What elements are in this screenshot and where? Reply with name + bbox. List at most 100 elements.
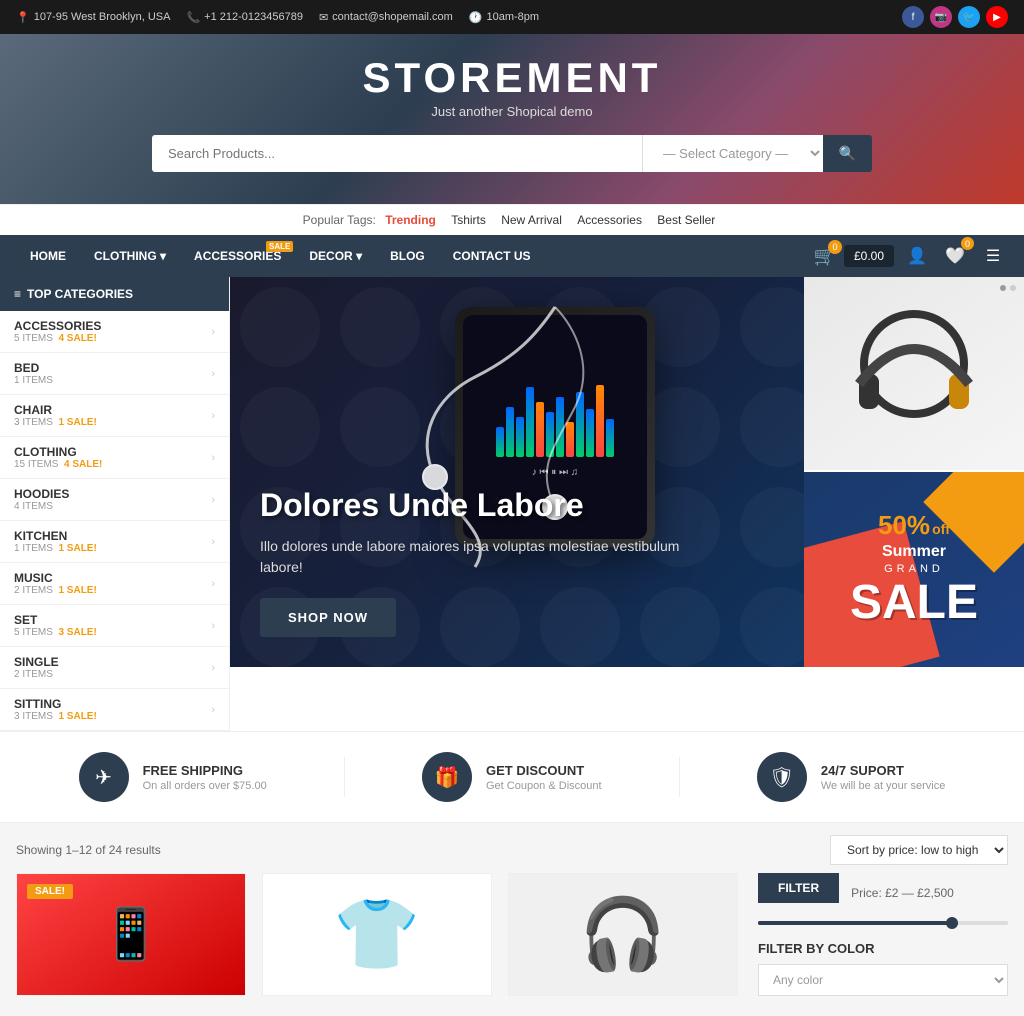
sale-word: SALE [850,575,978,630]
store-name: STOREMENT [16,54,1008,102]
cart-icon[interactable]: 🛒 0 [814,246,836,267]
nav-decor[interactable]: DECOR ▾ [295,235,376,277]
tag-tshirts[interactable]: Tshirts [451,213,486,227]
dot-1 [1000,285,1006,291]
side-banners: 50%off Summer GRAND SALE [804,277,1024,731]
product-image-3: 🎧 [509,874,737,995]
filter-button[interactable]: FILTER [758,873,839,903]
category-set[interactable]: SET 5 ITEMS 3 SALE! › [0,605,229,647]
twitter-icon[interactable]: 🐦 [958,6,980,28]
filter-color-title: FILTER BY COLOR [758,941,1008,956]
category-accessories[interactable]: ACCESSORIES 5 ITEMS 4 SALE! › [0,311,229,353]
category-single[interactable]: SINGLE 2 ITEMS › [0,647,229,689]
category-select[interactable]: — Select Category — [643,135,823,172]
chevron-right-icon: › [211,620,215,632]
feature-discount: 🎁 GET DISCOUNT Get Coupon & Discount [422,752,602,802]
category-hoodies[interactable]: HOODIES 4 ITEMS › [0,479,229,521]
price-slider[interactable] [758,921,1008,925]
top-bar: 📍 107-95 West Brooklyn, USA 📞 +1 212-012… [0,0,1024,34]
shipping-icon: ✈ [79,752,129,802]
nav-blog[interactable]: BLOG [376,235,439,277]
facebook-icon[interactable]: f [902,6,924,28]
nav-accessories[interactable]: ACCESSORIES SALE [180,235,295,277]
price-range-label: Price: £2 — £2,500 [851,886,954,900]
menu-icon[interactable]: ☰ [978,241,1008,271]
banner-dots [1000,285,1016,291]
main-content: ≡ TOP CATEGORIES ACCESSORIES 5 ITEMS 4 S… [0,277,1024,731]
chevron-right-icon: › [211,578,215,590]
shop-now-button[interactable]: SHOP NOW [260,598,396,637]
popular-tags-label: Popular Tags: [303,213,376,227]
filter-by-color: FILTER BY COLOR Any color [758,941,1008,996]
shipping-desc: On all orders over $75.00 [143,780,267,792]
headphones-banner [804,277,1024,472]
cart-count: 0 [828,240,842,254]
hero-banner: ♪ ⏮ ⏸ ⏭ ♫ Dolores Unde Labore Illo dolor… [230,277,804,731]
sort-select[interactable]: Sort by price: low to high [830,835,1008,865]
site-header: STOREMENT Just another Shopical demo — S… [0,34,1024,204]
youtube-icon[interactable]: ▶ [986,6,1008,28]
tag-accessories[interactable]: Accessories [577,213,642,227]
search-button[interactable]: 🔍 [823,135,872,172]
tshirt-icon: 👕 [333,894,420,976]
chevron-right-icon: › [211,662,215,674]
hero-description: Illo dolores unde labore maiores ipsa vo… [260,536,680,578]
email: ✉ contact@shopemail.com [319,11,453,24]
tag-trending[interactable]: Trending [385,213,436,227]
nav-home[interactable]: HOME [16,235,80,277]
search-input[interactable] [152,135,642,172]
category-clothing[interactable]: CLOTHING 15 ITEMS 4 SALE! › [0,437,229,479]
chevron-right-icon: › [211,536,215,548]
chevron-right-icon: › [211,452,215,464]
product-card-1: SALE! 📱 [16,873,246,996]
support-icon: 🛡 [757,752,807,802]
phone: 📞 +1 212-0123456789 [186,11,303,24]
feature-sep-2 [679,757,680,797]
social-links: f 📷 🐦 ▶ [902,6,1008,28]
hero-title: Dolores Unde Labore [260,487,680,524]
address: 📍 107-95 West Brooklyn, USA [16,11,170,24]
sale-content: 50%off Summer GRAND SALE [850,510,978,630]
phone-icon: 📱 [100,905,162,964]
category-chair[interactable]: CHAIR 3 ITEMS 1 SALE! › [0,395,229,437]
results-bar: Showing 1–12 of 24 results Sort by price… [16,823,1008,873]
hero-text-content: Dolores Unde Labore Illo dolores unde la… [260,487,680,637]
discount-icon: 🎁 [422,752,472,802]
chevron-right-icon: › [211,704,215,716]
category-sitting[interactable]: SITTING 3 ITEMS 1 SALE! › [0,689,229,731]
search-bar: — Select Category — 🔍 [152,135,872,172]
tag-new-arrival[interactable]: New Arrival [501,213,562,227]
categories-sidebar: ≡ TOP CATEGORIES ACCESSORIES 5 ITEMS 4 S… [0,277,230,731]
cart-total[interactable]: £0.00 [844,245,894,267]
sale-summer: Summer [850,543,978,561]
support-title: 24/7 SUPORT [821,763,946,778]
feature-shipping: ✈ FREE SHIPPING On all orders over $75.0… [79,752,267,802]
product-image-1: SALE! 📱 [17,874,245,995]
color-select[interactable]: Any color [758,964,1008,996]
category-music[interactable]: MUSIC 2 ITEMS 1 SALE! › [0,563,229,605]
nav-cart-area: 🛒 0 £0.00 👤 🤍 0 ☰ [814,241,1008,271]
chevron-right-icon: › [211,326,215,338]
account-icon[interactable]: 👤 [902,241,932,271]
headphones-icon: 🎧 [579,894,666,976]
features-bar: ✈ FREE SHIPPING On all orders over $75.0… [0,731,1024,823]
instagram-icon[interactable]: 📷 [930,6,952,28]
chevron-right-icon: › [211,368,215,380]
main-nav: HOME CLOTHING ▾ ACCESSORIES SALE DECOR ▾… [0,235,1024,277]
discount-title: GET DISCOUNT [486,763,602,778]
tag-best-seller[interactable]: Best Seller [657,213,715,227]
list-icon: ≡ [14,287,21,301]
nav-clothing[interactable]: CLOTHING ▾ [80,235,180,277]
category-bed[interactable]: BED 1 ITEMS › [0,353,229,395]
products-section: Showing 1–12 of 24 results Sort by price… [0,823,1024,1016]
results-count: Showing 1–12 of 24 results [16,843,161,857]
product-image-2: 👕 [263,874,491,995]
category-kitchen[interactable]: KITCHEN 1 ITEMS 1 SALE! › [0,521,229,563]
support-desc: We will be at your service [821,780,946,792]
wishlist-icon[interactable]: 🤍 0 [940,241,970,271]
products-and-filter: SALE! 📱 👕 🎧 FILTER Price: £2 — £2, [16,873,1008,996]
sidebar-header: ≡ TOP CATEGORIES [0,277,229,311]
sale-grand: GRAND [850,563,978,575]
products-grid: SALE! 📱 👕 🎧 [16,873,738,996]
nav-contact[interactable]: CONTACT US [439,235,545,277]
